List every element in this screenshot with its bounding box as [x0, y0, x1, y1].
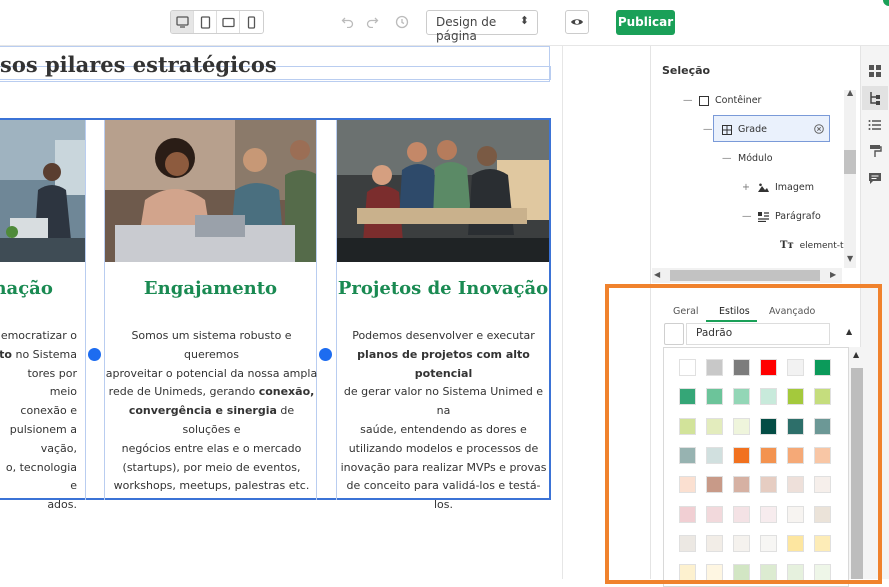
- list-icon[interactable]: [868, 118, 882, 132]
- redo-icon[interactable]: [361, 10, 384, 33]
- grid-column-2[interactable]: Engajamento Somos um sistema robusto e q…: [104, 120, 317, 500]
- image-icon: [758, 183, 769, 192]
- text-line: saúde, entendendo as dores e: [360, 422, 527, 436]
- device-switcher: [170, 10, 264, 34]
- tablet-landscape-icon[interactable]: [217, 11, 240, 33]
- text-line: utilizando modelos e processos de: [348, 441, 539, 455]
- paint-roller-icon[interactable]: [868, 144, 882, 158]
- column-image-1[interactable]: [0, 120, 85, 262]
- comment-icon[interactable]: [868, 171, 882, 185]
- tree-item-grid-dash: —: [703, 124, 713, 135]
- tablet-icon[interactable]: [194, 11, 217, 33]
- text-type-icon: Tт: [780, 240, 794, 251]
- tree-item-container[interactable]: — Contêiner: [683, 95, 761, 106]
- text-line: emocratizar o: [0, 329, 77, 342]
- eye-icon: [571, 19, 583, 25]
- text-line: negócios entre elas e o mercado: [121, 441, 302, 455]
- design-select-label: Design de página: [436, 15, 497, 43]
- close-circle-icon[interactable]: [814, 124, 824, 134]
- text-line: (startups), por meio de eventos,: [122, 460, 301, 474]
- section-title[interactable]: sos pilares estratégicos: [0, 46, 550, 82]
- column-image-3[interactable]: [337, 120, 549, 262]
- column-heading-3[interactable]: Projetos de Inovação: [337, 278, 549, 299]
- tree-item-grid-label[interactable]: Grade: [722, 124, 767, 135]
- text-line: workshops, meetups, palestras etc.: [113, 479, 310, 493]
- undo-icon[interactable]: [336, 10, 359, 33]
- history-icon[interactable]: [390, 10, 413, 33]
- column-heading-2[interactable]: Engajamento: [105, 278, 316, 299]
- text-line: tores por meio: [27, 366, 77, 399]
- container-icon: [699, 95, 709, 106]
- text-line: vação,: [40, 441, 77, 455]
- tree-scrollbar-vertical[interactable]: ▲ ▼: [844, 88, 856, 268]
- design-select[interactable]: Design de página ⬍: [426, 10, 538, 43]
- tree-item-paragraph[interactable]: — Parágrafo: [742, 211, 821, 222]
- selected-grid[interactable]: rmação emocratizar o to no Sistema tores p…: [0, 118, 551, 511]
- publish-button[interactable]: Publicar: [616, 10, 675, 35]
- column-heading-1[interactable]: rmação: [0, 278, 86, 299]
- grid-column-3[interactable]: Projetos de Inovação Podemos desenvolver…: [336, 120, 549, 511]
- column-text-1[interactable]: emocratizar o to no Sistema tores por meio…: [0, 327, 77, 515]
- tree-item-module[interactable]: — Módulo: [722, 153, 773, 164]
- text-line: conexão e: [20, 404, 77, 418]
- text-line: o, tecnologia e: [5, 460, 77, 493]
- text-line: pulsionem a: [9, 422, 77, 436]
- tree-scrollbar-horizontal[interactable]: ◀ ▶: [652, 268, 842, 283]
- text-line: de gerar valor no Sistema Unimed e na: [343, 385, 544, 418]
- sort-caret-icon: ⬍: [519, 14, 529, 27]
- status-dot: [883, 0, 889, 6]
- paragraph-icon: [758, 211, 769, 222]
- text-line: ados.: [47, 498, 77, 512]
- column-resize-handle-2[interactable]: [319, 348, 332, 361]
- mobile-icon[interactable]: [240, 11, 263, 33]
- top-toolbar: Design de página ⬍ Publicar: [0, 0, 889, 46]
- text-line: rede de Unimeds, gerando conexão,: [108, 385, 315, 399]
- selection-title: Seleção: [662, 64, 711, 77]
- text-line: Somos um sistema robusto e queremos: [131, 329, 292, 361]
- column-resize-handle-1[interactable]: [88, 348, 101, 361]
- highlight-annotation: [605, 284, 882, 584]
- layers-tree-icon[interactable]: [868, 91, 882, 105]
- text-line: aproveitar o potencial da nossa ampla: [105, 366, 318, 380]
- text-line: to no Sistema: [0, 347, 77, 361]
- text-line: planos de projetos com alto potencial: [357, 347, 530, 380]
- grid-icon: [722, 124, 732, 135]
- grid-column-1[interactable]: rmação emocratizar o to no Sistema tores p…: [0, 120, 86, 511]
- text-line: inovação para realizar MVPs e provas: [340, 460, 547, 474]
- add-grid-icon[interactable]: [868, 64, 882, 78]
- column-text-2[interactable]: Somos um sistema robusto e queremos aprov…: [105, 327, 318, 496]
- text-line: Podemos desenvolver e executar: [352, 329, 535, 342]
- text-line: de conceito para validá-los e testá-los.: [346, 479, 541, 512]
- tree-item-image[interactable]: + Imagem: [742, 182, 814, 193]
- column-image-2[interactable]: [105, 120, 316, 262]
- desktop-icon[interactable]: [171, 11, 194, 33]
- text-line: convergência e sinergia de soluções e: [128, 404, 295, 436]
- column-text-3[interactable]: Podemos desenvolver e executar planos de …: [337, 327, 550, 515]
- preview-button[interactable]: [565, 10, 589, 34]
